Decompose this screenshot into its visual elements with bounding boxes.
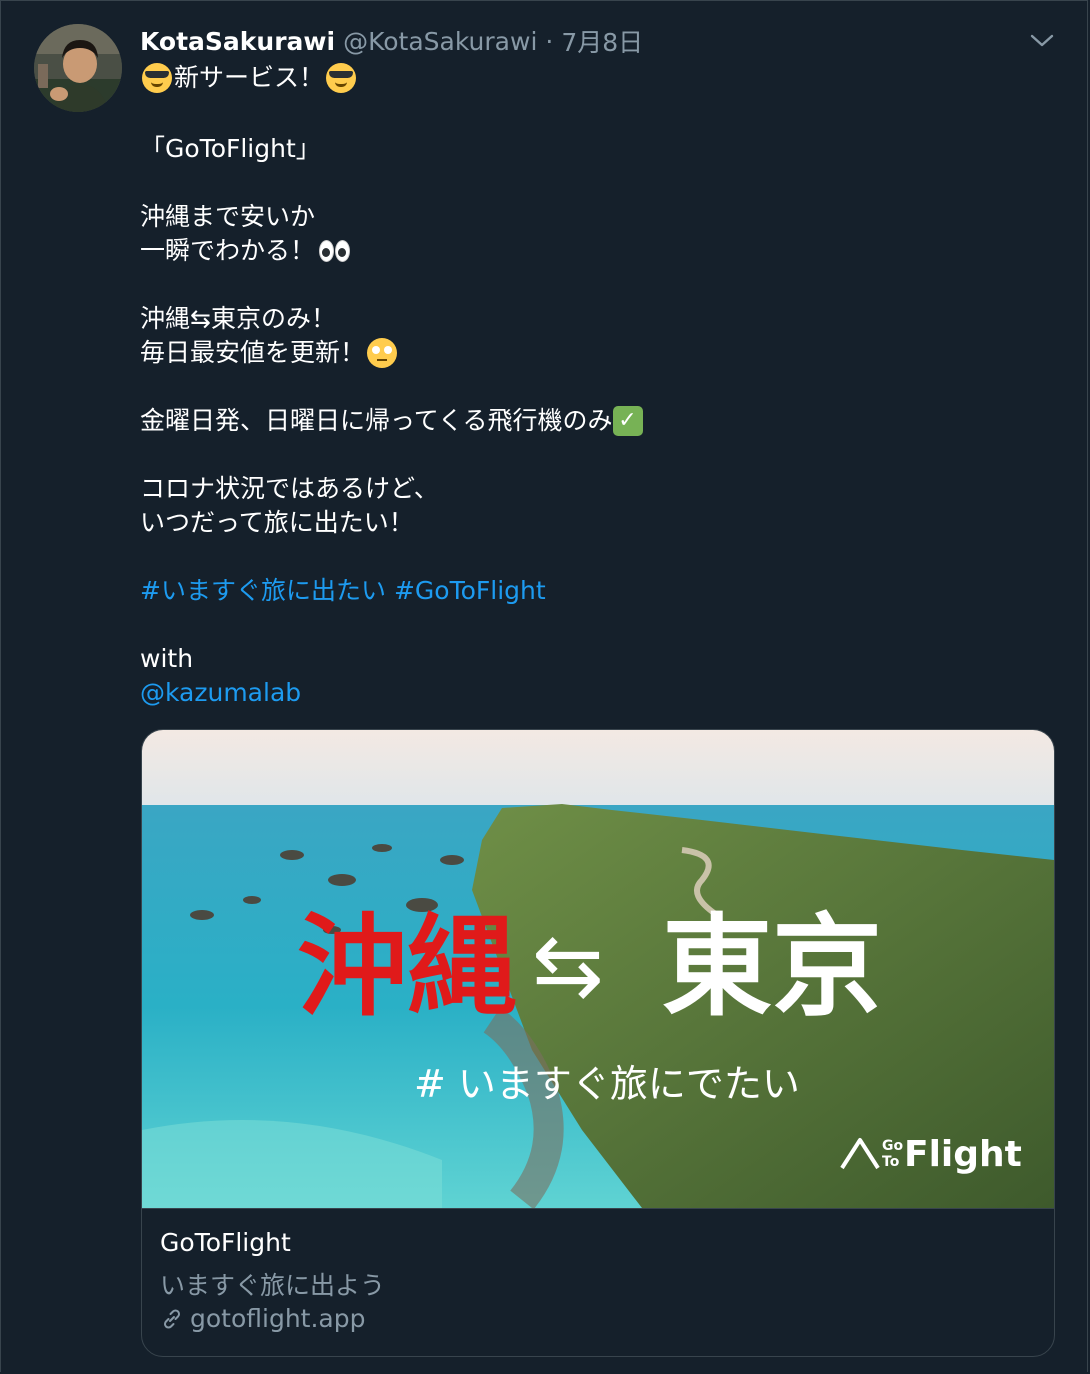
card-title[interactable]: GoToFlight (160, 1228, 291, 1257)
tweet-text: 新サービス！ 「GoToFlight」 沖縄まで安いか 一瞬でわかる！ 沖縄⇆東… (140, 58, 1040, 710)
card-url[interactable]: gotoflight.app (190, 1304, 365, 1333)
card-description: いますぐ旅に出よう (160, 1271, 386, 1300)
tweet-line-3: 沖縄まで安いか (140, 202, 316, 231)
rolling-eyes-emoji-icon (367, 338, 398, 368)
tweet-date[interactable]: 7月8日 (561, 23, 643, 59)
logo-go-text: Go (882, 1138, 903, 1154)
tweet-line-8: コロナ状況ではあるけど、 (140, 474, 439, 503)
check-mark-emoji-icon: ✓ (612, 406, 643, 436)
more-options-button[interactable] (1022, 24, 1062, 58)
overlay-okinawa-text: 沖縄 (297, 902, 517, 1031)
tweet-header: KotaSakurawi @KotaSakurawi · 7月8日 (140, 22, 643, 60)
card-url-row[interactable]: gotoflight.app (160, 1304, 365, 1333)
overlay-hashtag-text: # いますぐ旅にでたい (414, 1062, 800, 1106)
mention-link[interactable]: @kazumalab (140, 676, 301, 710)
tweet-line-6: 毎日最安値を更新！ (140, 338, 366, 367)
display-name[interactable]: KotaSakurawi (140, 27, 335, 56)
separator-dot: · (545, 26, 554, 56)
hashtag-link[interactable]: #いますぐ旅に出たい (140, 574, 386, 608)
tweet-line-9: いつだって旅に出たい！ (140, 508, 414, 537)
tweet-line-7: 金曜日発、日曜日に帰ってくる飛行機のみ (140, 406, 613, 435)
tweet-line-5: 沖縄⇆東京のみ！ (140, 304, 336, 333)
tweet-line-1: 新サービス！ (174, 63, 325, 92)
sunglasses-emoji-icon (326, 63, 357, 93)
overlay-arrow-text: ⇆ (532, 916, 604, 1016)
avatar-photo (34, 24, 122, 112)
overlay-tokyo-text: 東京 (662, 902, 882, 1031)
link-preview-card[interactable]: 沖縄 ⇆ 東京 # いますぐ旅にでたい Go To Flight GoToFli… (141, 729, 1055, 1357)
link-icon (163, 1308, 181, 1329)
tweet-line-2: 「GoToFlight」 (140, 134, 321, 163)
sunglasses-emoji-icon (142, 63, 172, 93)
card-image[interactable]: 沖縄 ⇆ 東京 # いますぐ旅にでたい Go To Flight (142, 730, 1054, 1208)
hashtag-link[interactable]: #GoToFlight (394, 574, 546, 608)
user-handle[interactable]: @KotaSakurawi (343, 27, 537, 56)
tweet-line-4: 一瞬でわかる！ (140, 236, 316, 265)
logo-to-text: To (882, 1154, 900, 1170)
chevron-down-icon (1030, 34, 1054, 47)
logo-flight-text: Flight (904, 1134, 1022, 1175)
card-divider (142, 1208, 1054, 1209)
with-text: with (140, 644, 194, 673)
avatar[interactable] (34, 24, 122, 112)
eyes-emoji-icon (319, 240, 351, 262)
